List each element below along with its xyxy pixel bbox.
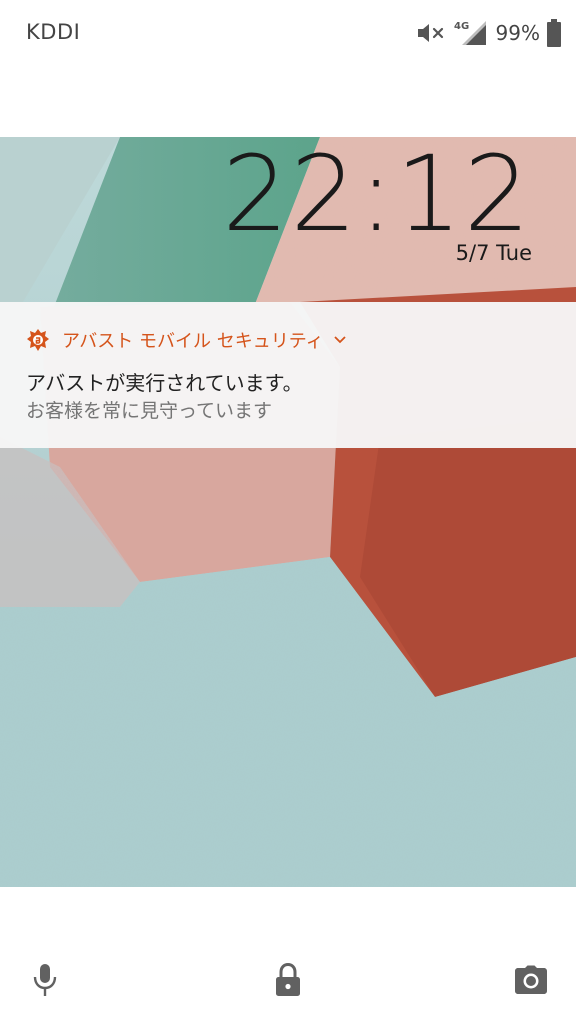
avast-app-icon xyxy=(27,329,49,351)
lock-shortcuts-bar xyxy=(0,887,576,1024)
signal-icon: 4G xyxy=(454,21,486,45)
chevron-down-icon[interactable] xyxy=(334,336,346,344)
carrier-label: KDDI xyxy=(26,20,81,44)
status-bar: KDDI 4G 99% xyxy=(0,0,576,66)
battery-icon xyxy=(547,19,561,47)
microphone-icon[interactable] xyxy=(32,963,58,997)
notification-title: アバストが実行されています。 xyxy=(26,371,303,395)
mute-icon xyxy=(417,24,443,42)
lock-icon[interactable] xyxy=(274,963,302,997)
status-icons: 4G 99% xyxy=(416,18,562,48)
notification-header: アバスト モバイル セキュリティ xyxy=(26,327,346,353)
camera-icon[interactable] xyxy=(514,965,548,995)
network-type-label: 4G xyxy=(454,21,469,32)
notification-app-name: アバスト モバイル セキュリティ xyxy=(62,331,324,352)
lock-date: 5/7 Tue xyxy=(455,241,532,265)
notification-text: お客様を常に見守っています xyxy=(26,400,273,422)
lock-clock: 22:12 xyxy=(222,133,532,255)
battery-percentage: 99% xyxy=(495,21,540,45)
